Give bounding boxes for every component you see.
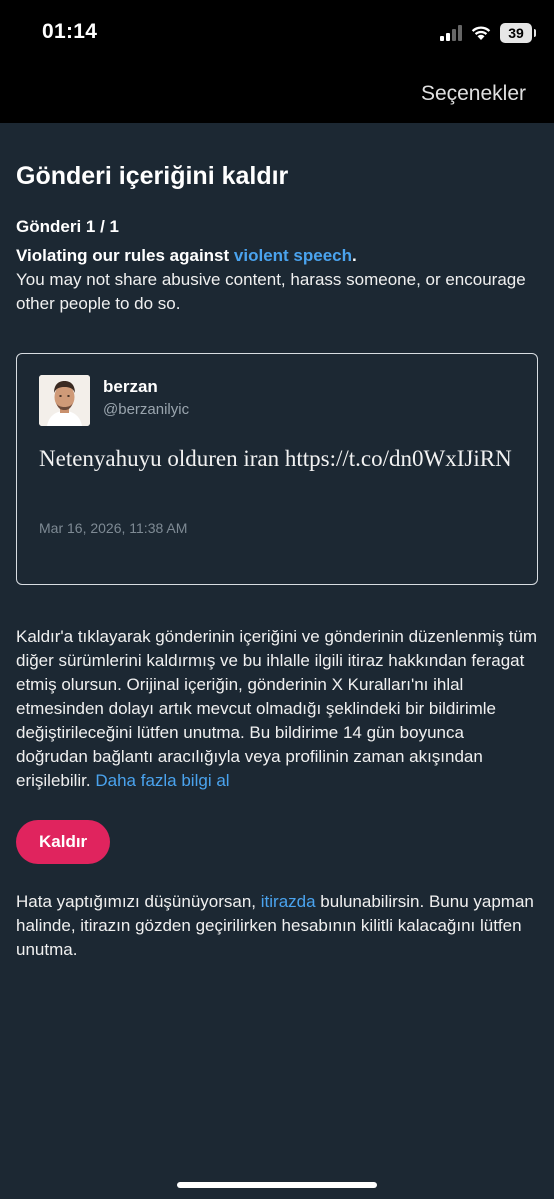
tweet-card: berzan @berzanilyic Netenyahuyu olduren …: [16, 353, 538, 585]
appeal-notice: Hata yaptığımızı düşünüyorsan, itirazda …: [16, 890, 538, 962]
wifi-icon: [471, 26, 491, 40]
page-title: Gönderi içeriğini kaldır: [16, 162, 289, 190]
learn-more-link[interactable]: Daha fazla bilgi al: [95, 771, 229, 790]
violation-suffix: .: [352, 246, 357, 265]
appeal-prefix: Hata yaptığımızı düşünüyorsan,: [16, 892, 261, 911]
top-navbar: Seçenekler: [0, 62, 554, 123]
notice-text: Kaldır'a tıklayarak gönderinin içeriğini…: [16, 627, 538, 790]
main-content: Gönderi içeriğini kaldır Gönderi 1 / 1 V…: [16, 123, 538, 962]
tweet-text: Netenyahuyu olduren iran https://t.co/dn…: [39, 446, 512, 471]
violation-prefix: Violating our rules against: [16, 246, 234, 265]
options-button[interactable]: Seçenekler: [421, 82, 526, 106]
remove-button[interactable]: Kaldır: [16, 820, 111, 864]
home-indicator[interactable]: [177, 1182, 377, 1188]
battery-icon: 39: [500, 23, 536, 43]
signal-icon: [440, 25, 462, 41]
status-icons: 39: [440, 22, 536, 44]
removal-notice: Kaldır'a tıklayarak gönderinin içeriğini…: [16, 625, 538, 793]
violent-speech-link[interactable]: violent speech: [234, 246, 352, 265]
violation-description: You may not share abusive content, haras…: [16, 270, 526, 313]
author-name[interactable]: berzan: [103, 377, 158, 397]
appeal-link[interactable]: itirazda: [261, 892, 316, 911]
status-bar: 01:14 39: [0, 0, 554, 62]
status-time: 01:14: [42, 20, 98, 43]
post-count: Gönderi 1 / 1: [16, 217, 119, 236]
avatar: [39, 375, 90, 426]
tweet-date: Mar 16, 2026, 11:38 AM: [39, 520, 188, 536]
author-handle: @berzanilyic: [103, 401, 190, 418]
violation-heading: Violating our rules against violent spee…: [16, 244, 538, 268]
